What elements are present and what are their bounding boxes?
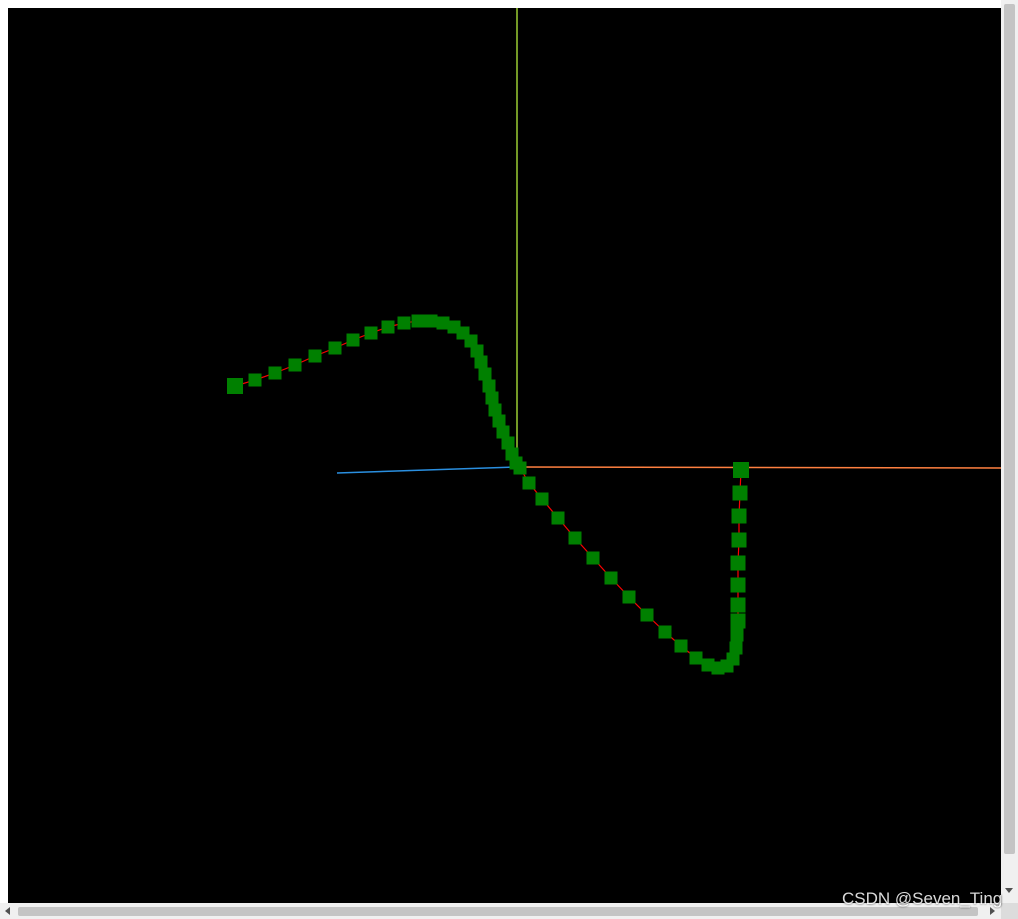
curve-point-marker [346, 333, 360, 347]
curve-point-marker [364, 326, 378, 340]
curve-point-marker [482, 379, 496, 393]
curve-point-marker [248, 373, 262, 387]
curve-point-marker [381, 320, 395, 334]
scrollbar-corner [1001, 903, 1018, 919]
curve-point-marker [732, 485, 748, 501]
curve-point-marker [604, 571, 618, 585]
curve-point-marker [478, 367, 492, 381]
three-scene [227, 8, 1001, 675]
horizontal-scroll-thumb[interactable] [18, 907, 978, 916]
curve-point-marker [730, 577, 746, 593]
curve-point-marker [411, 314, 425, 328]
curve-point-marker [522, 476, 536, 490]
curve-point-marker [658, 625, 672, 639]
curve-point-marker [424, 314, 438, 328]
curve-point-marker [485, 391, 499, 405]
curve-point-marker [731, 532, 747, 548]
x-axis-line [516, 466, 1001, 469]
curve-point-marker [689, 651, 703, 665]
curve-point-marker [733, 462, 749, 478]
curve-point-marker [730, 613, 746, 629]
curve-point-marker [474, 355, 488, 369]
scroll-down-arrow-icon[interactable] [1005, 888, 1013, 893]
vertical-scrollbar[interactable] [1001, 0, 1018, 903]
curve-point-marker [308, 349, 322, 363]
axes-helper [336, 8, 1001, 474]
webgl-canvas[interactable] [8, 8, 1001, 903]
curve-point-marker [227, 378, 243, 394]
curve-point-marker [622, 590, 636, 604]
curve-point-marker [535, 492, 549, 506]
watermark: CSDN @Seven_Ting [842, 889, 1003, 908]
curve-point-marker [397, 316, 411, 330]
curve-point-marker [551, 511, 565, 525]
curve-point-marker [268, 366, 282, 380]
curve-point-marker [568, 531, 582, 545]
curve-point-marker [288, 358, 302, 372]
curve-point-marker [328, 341, 342, 355]
curve-markers [227, 314, 749, 675]
curve-point-marker [640, 608, 654, 622]
curve-point-marker [674, 639, 688, 653]
scroll-left-arrow-icon[interactable] [5, 907, 10, 915]
z-axis-line [336, 466, 518, 474]
curve-point-marker [730, 597, 746, 613]
curve-point-marker [729, 641, 743, 655]
vertical-scroll-thumb[interactable] [1004, 4, 1015, 854]
curve-point-marker [586, 551, 600, 565]
curve-point-marker [730, 628, 744, 642]
curve-point-marker [730, 555, 746, 571]
curve-point-marker [513, 461, 527, 475]
curve-point-marker [731, 508, 747, 524]
